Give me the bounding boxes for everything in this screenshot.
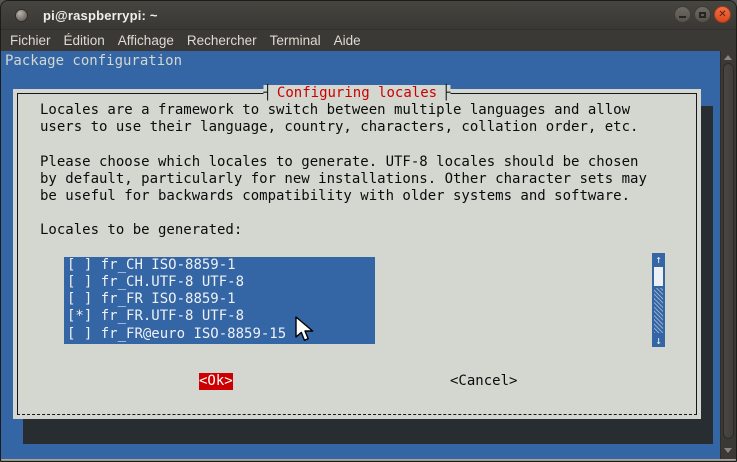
checkbox-unchecked[interactable]: [ ] bbox=[67, 291, 92, 307]
dialog-frame: ┤ Configuring locales ├ Locales are a fram… bbox=[17, 85, 697, 415]
checkbox-checked[interactable]: [*] bbox=[67, 308, 92, 324]
dialog-title: ┤ Configuring locales ├ bbox=[263, 85, 451, 102]
menu-item-rechercher[interactable]: Rechercher bbox=[187, 33, 257, 48]
menu-item-fichier[interactable]: Fichier bbox=[10, 33, 51, 48]
dialog-text-line: Please choose which locales to generate.… bbox=[40, 153, 639, 170]
locale-label: fr_FR@euro ISO-8859-15 bbox=[92, 325, 287, 342]
terminal-area: Package configuration ┤ Configuring local… bbox=[1, 51, 736, 459]
locale-label: fr_CH.UTF-8 UTF-8 bbox=[92, 273, 245, 290]
titlebar: pi@raspberrypi: ~ ✕ bbox=[1, 1, 736, 30]
locale-label: fr_FR.UTF-8 UTF-8 bbox=[92, 308, 245, 325]
list-scrollbar-track bbox=[654, 288, 663, 333]
locale-checklist[interactable]: [ ] fr_CH ISO-8859-1[ ] fr_CH.UTF-8 UTF-… bbox=[64, 256, 375, 344]
scrollbar-down-icon[interactable] bbox=[724, 448, 732, 453]
app-icon bbox=[16, 9, 27, 21]
scroll-down-icon[interactable]: ↓ bbox=[652, 334, 665, 347]
screen-title: Package configuration bbox=[5, 53, 183, 69]
checkbox-unchecked[interactable]: [ ] bbox=[67, 326, 92, 342]
locale-label: fr_CH ISO-8859-1 bbox=[92, 256, 236, 273]
locale-row[interactable]: [ ] fr_FR@euro ISO-8859-15 bbox=[67, 326, 375, 343]
terminal-scrollbar-thumb[interactable] bbox=[723, 63, 734, 439]
dialog-text-line: be useful for backwards compatibility wi… bbox=[40, 188, 631, 204]
dialog-text-line: by default, particularly for new install… bbox=[40, 170, 647, 187]
scroll-up-icon[interactable]: ↑ bbox=[652, 253, 665, 266]
locale-row[interactable]: [ ] fr_FR ISO-8859-1 bbox=[67, 291, 375, 308]
menu-item-affichage[interactable]: Affichage bbox=[118, 33, 174, 48]
menu-item-terminal[interactable]: Terminal bbox=[270, 33, 321, 48]
menu-item-aide[interactable]: Aide bbox=[334, 33, 361, 48]
window-controls: ✕ bbox=[674, 6, 731, 23]
locale-row[interactable]: [ ] fr_CH ISO-8859-1 bbox=[67, 257, 375, 274]
ok-button[interactable]: <Ok> bbox=[199, 373, 233, 391]
locale-label: fr_FR ISO-8859-1 bbox=[92, 291, 236, 308]
dialog-body: Locales are a framework to switch betwee… bbox=[18, 94, 696, 344]
dialog-title-text: Configuring locales bbox=[276, 85, 438, 101]
checkbox-unchecked[interactable]: [ ] bbox=[67, 274, 92, 290]
menu-item-edition[interactable]: Édition bbox=[64, 33, 105, 48]
list-label: Locales to be generated: bbox=[40, 222, 243, 239]
maximize-button[interactable] bbox=[694, 6, 711, 23]
window-title: pi@raspberrypi: ~ bbox=[43, 7, 158, 23]
terminal-screen: Package configuration ┤ Configuring local… bbox=[1, 51, 720, 459]
checkbox-unchecked[interactable]: [ ] bbox=[67, 257, 92, 273]
terminal-window: pi@raspberrypi: ~ ✕ Fichier Édition Affich… bbox=[0, 0, 737, 462]
dialog-text-line: Locales are a framework to switch betwee… bbox=[40, 102, 631, 118]
close-icon: ✕ bbox=[718, 8, 727, 20]
border-tee-right: ├ bbox=[442, 85, 451, 101]
menubar: Fichier Édition Affichage Rechercher Termina… bbox=[1, 30, 736, 51]
locale-row[interactable]: [*] fr_FR.UTF-8 UTF-8 bbox=[67, 308, 375, 325]
minimize-icon bbox=[679, 15, 686, 18]
list-scrollbar[interactable]: ↑ ↓ bbox=[652, 253, 665, 347]
locale-row[interactable]: [ ] fr_CH.UTF-8 UTF-8 bbox=[67, 274, 375, 291]
maximize-icon bbox=[699, 11, 706, 18]
minimize-button[interactable] bbox=[674, 6, 691, 23]
terminal-scrollbar[interactable] bbox=[720, 51, 736, 459]
cancel-button[interactable]: <Cancel> bbox=[450, 373, 517, 390]
locales-dialog: ┤ Configuring locales ├ Locales are a fram… bbox=[13, 85, 701, 419]
list-scrollbar-thumb[interactable] bbox=[654, 267, 663, 286]
close-button[interactable]: ✕ bbox=[714, 6, 731, 23]
scrollbar-up-icon[interactable] bbox=[724, 55, 732, 60]
dialog-text-line: users to use their language, country, ch… bbox=[40, 119, 639, 136]
